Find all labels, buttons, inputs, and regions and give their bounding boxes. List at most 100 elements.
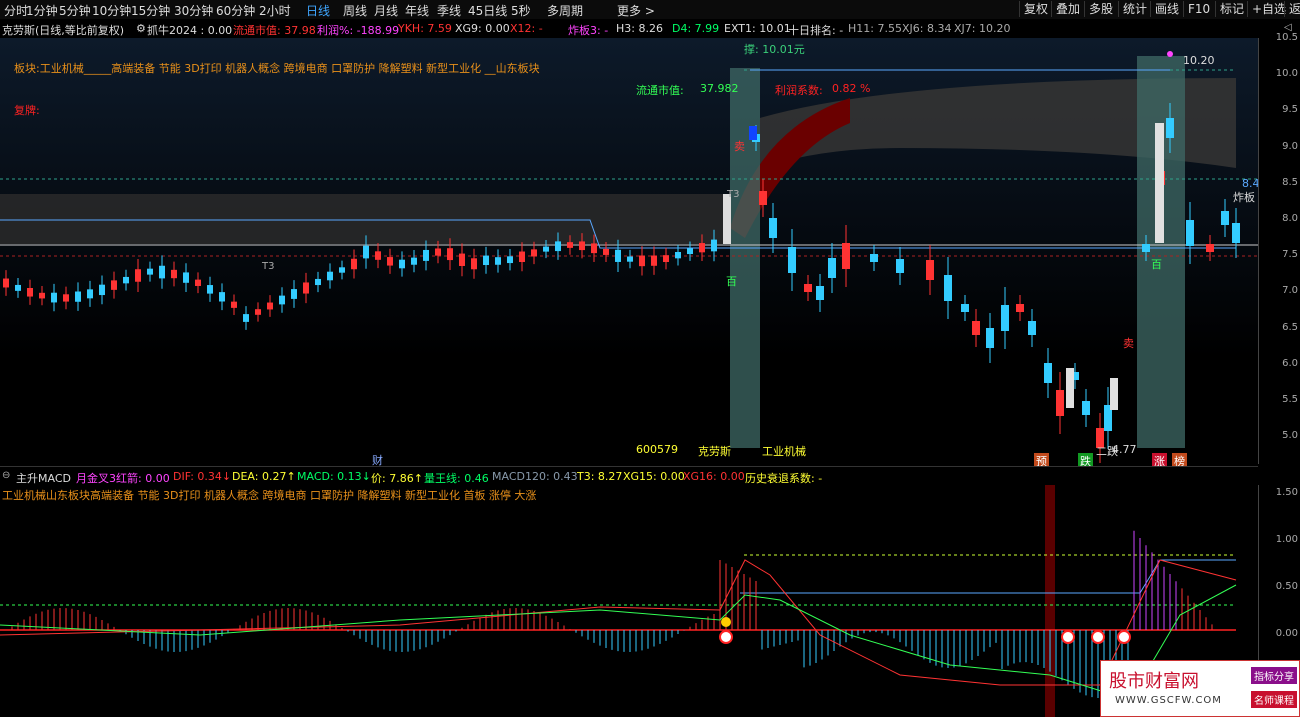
candle-body <box>1082 401 1090 415</box>
candle-body <box>87 289 93 299</box>
toolbar-btn-3[interactable]: 统计 <box>1118 1 1151 17</box>
candle-body <box>399 259 405 269</box>
price-axis: 10.5 10.0 9.5 9.0 8.5 8.0 7.5 7.0 6.5 6.0 5.5 5.0 <box>1258 32 1300 464</box>
period-15[interactable]: 多周期 <box>547 2 583 19</box>
toolbar-btn-6[interactable]: 标记 <box>1215 1 1248 17</box>
period-7[interactable]: 2小时 <box>259 2 291 19</box>
candle-body <box>1142 244 1150 252</box>
toolbar-btn-0[interactable]: 复权 <box>1019 1 1052 17</box>
period-12[interactable]: 季线 <box>437 2 461 19</box>
price-tick: 6.0 <box>1282 357 1298 369</box>
candle-body <box>986 328 994 348</box>
toolbar-btn-5[interactable]: F10 <box>1183 1 1214 17</box>
indicator-info-bar: 克劳斯(日线,等比前复权) ⚙ 抓牛2024 : 0.00 流通市值: 37.9… <box>0 19 1300 39</box>
candle-body <box>447 248 453 261</box>
period-0[interactable]: 分时 <box>4 2 28 19</box>
period-toolbar: 分时 1分钟 5分钟 10分钟 15分钟 30分钟 60分钟 2小时 日线 周线 月线 年线 季线 45日… <box>0 0 1300 20</box>
macd-item-3: MACD: 0.13↓ <box>297 470 371 483</box>
candle-body <box>723 194 731 244</box>
toolbar-btn-2[interactable]: 多股 <box>1084 1 1117 17</box>
candle-body <box>1221 211 1229 225</box>
period-1[interactable]: 1分钟 <box>26 2 58 19</box>
cross-signal-icon <box>1117 630 1131 644</box>
period-16[interactable]: 更多 > <box>617 2 655 19</box>
candle-body <box>159 265 165 279</box>
sell-marker-1: 卖 <box>734 140 745 153</box>
macd-item-1: DIF: 0.34↓ <box>173 470 232 483</box>
t3-marker-2: T3 <box>727 189 740 200</box>
stock-title: 克劳斯(日线,等比前复权) <box>2 24 125 37</box>
cross-signal-icon <box>1061 630 1075 644</box>
macd-item-10: 历史衰退系数: - <box>745 472 823 485</box>
candle-body <box>926 260 934 280</box>
macd-chart[interactable]: 工业机械山东板块高端装备 节能 3D打印 机器人概念 跨境电商 口罩防护 降解塑… <box>0 485 1258 717</box>
signal-band <box>1045 485 1055 717</box>
period-10[interactable]: 月线 <box>374 2 398 19</box>
macd-item-2: DEA: 0.27↑ <box>232 470 296 483</box>
candle-body <box>1232 223 1240 243</box>
formula-label: 抓牛2024 : 0.00 <box>147 24 233 37</box>
candle-body <box>1056 390 1064 416</box>
stock-name: 克劳斯 <box>698 445 731 458</box>
price-tick: 8.0 <box>1282 213 1298 224</box>
golden-cross-dot <box>721 617 731 627</box>
candle-body <box>363 245 369 259</box>
candle-body <box>749 126 757 140</box>
peak-dot <box>1167 51 1173 57</box>
candle-body <box>411 257 417 265</box>
period-5[interactable]: 30分钟 <box>174 2 213 19</box>
candle-body <box>135 269 141 282</box>
period-11[interactable]: 年线 <box>405 2 429 19</box>
period-14[interactable]: 5秒 <box>511 2 531 19</box>
macd-step-line <box>740 559 1236 594</box>
watermark-tag-2: 名师课程 <box>1251 691 1297 708</box>
candle-body <box>147 268 153 275</box>
candle-body <box>759 191 767 205</box>
candle-body <box>944 275 952 301</box>
zhaban-label: 炸板 <box>1233 191 1255 204</box>
macd-header: ⊖ 主升MACD 月金叉3红箭: 0.00 DIF: 0.34↓ DEA: 0.27… <box>0 466 1258 486</box>
candle-body <box>267 302 273 310</box>
toolbar-btn-4[interactable]: 画线 <box>1150 1 1183 17</box>
macd-sector-label: 工业机械山东板块高端装备 节能 3D打印 机器人概念 跨境电商 口罩防护 降解塑… <box>2 489 537 502</box>
period-4[interactable]: 15分钟 <box>131 2 170 19</box>
period-13[interactable]: 45日线 <box>468 2 507 19</box>
period-3[interactable]: 10分钟 <box>92 2 131 19</box>
candle-body <box>1186 220 1194 246</box>
macd-tick: 0.50 <box>1275 581 1298 592</box>
macd-tick: 1.50 <box>1275 487 1298 498</box>
candle-body <box>303 282 309 294</box>
candle-body <box>1028 321 1036 335</box>
price-tick: 9.0 <box>1282 140 1298 152</box>
toolbar-btn-1[interactable]: 叠加 <box>1051 1 1084 17</box>
kline-chart[interactable]: 板块:工业机械_____高端装备 节能 3D打印 机器人概念 跨境电商 口罩防护… <box>0 38 1267 469</box>
macd-tick: 0.00 <box>1275 628 1298 639</box>
price-tick: 5.5 <box>1282 394 1298 405</box>
toolbar-btn-8[interactable]: 返 <box>1284 1 1300 17</box>
cross-signal-icon <box>719 630 733 644</box>
period-8[interactable]: 日线 <box>306 2 330 19</box>
candle-body <box>687 248 693 255</box>
info-item-10: H11: 7.55 <box>848 22 902 35</box>
period-9[interactable]: 周线 <box>343 2 367 19</box>
macd-toggle-icon[interactable]: ⊖ <box>2 470 10 481</box>
candle-body <box>291 289 297 299</box>
candle-body <box>387 257 393 266</box>
float-mv-value: 37.982 <box>700 82 739 95</box>
period-2[interactable]: 5分钟 <box>59 2 91 19</box>
candle-body <box>1110 378 1118 410</box>
candle-body <box>1206 244 1214 252</box>
watermark-url: WWW.GSCFW.COM <box>1115 695 1222 706</box>
period-6[interactable]: 60分钟 <box>216 2 255 19</box>
candle-body <box>327 271 333 281</box>
candle-body <box>423 249 429 261</box>
macd-item-5: 量王线: 0.46 <box>424 472 489 485</box>
candle-body <box>1166 118 1174 138</box>
settings-icon[interactable]: ⚙ <box>136 22 146 35</box>
candle-body <box>27 288 33 297</box>
candle-body <box>842 243 850 269</box>
info-item-4: X12: - <box>510 22 543 35</box>
candle-body <box>769 218 777 238</box>
watermark-title: 股市财富网 <box>1109 671 1199 692</box>
candle-body <box>231 301 237 308</box>
